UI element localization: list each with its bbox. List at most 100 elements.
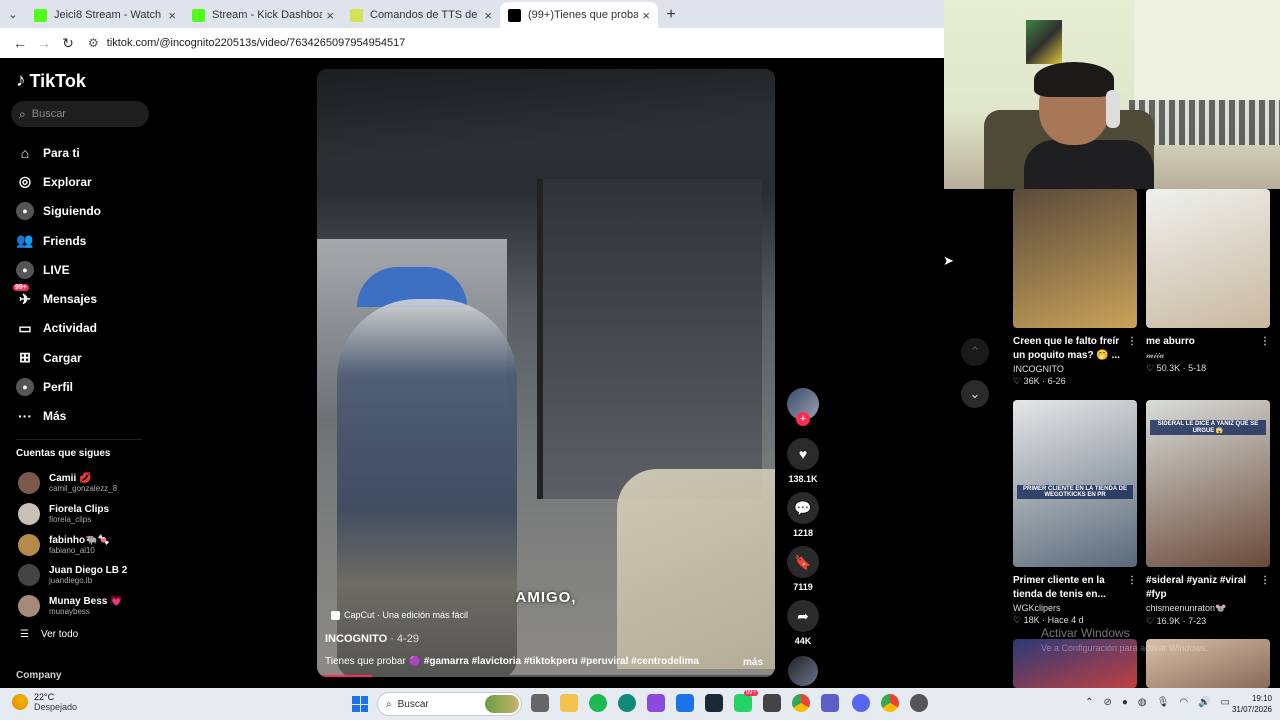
browser-tab[interactable]: Jeici8 Stream - Watch Live on K × xyxy=(26,2,184,28)
comment-icon[interactable]: 💬 xyxy=(787,492,819,524)
weather-widget[interactable]: 22°C Despejado xyxy=(12,692,77,712)
card-title[interactable]: #sideral #yaniz #viral #fyp xyxy=(1146,575,1246,600)
recommended-video-card[interactable]: SIDERAL LE DICE A YANIZ QUE SE URGUE 😱 #… xyxy=(1146,400,1270,627)
follow-plus-icon[interactable]: + xyxy=(796,412,810,426)
sidebar-item-cargar[interactable]: ⊞ Cargar xyxy=(16,343,101,372)
previous-video-button[interactable]: ⌃ xyxy=(961,338,989,366)
chrome-active-icon[interactable] xyxy=(881,694,899,712)
video-author-name[interactable]: INCOGNITO xyxy=(325,633,387,645)
recommended-video-card[interactable]: me aburro ⋮ 𝓂𝒾𝒾𝒶 ♡ 50.3K · 5-18 xyxy=(1146,189,1270,374)
card-author[interactable]: 𝓂𝒾𝒾𝒶 xyxy=(1146,350,1270,361)
sidebar-item-perfil[interactable]: ● Perfil xyxy=(16,372,101,401)
tab-search-chevron-icon[interactable]: ⌄ xyxy=(0,0,26,28)
tray-network-off-icon[interactable]: ⊘ xyxy=(1103,697,1111,708)
sidebar-item-explorar[interactable]: ◎ Explorar xyxy=(16,167,101,196)
capcut-link[interactable]: CapCut · Una edición más fácil xyxy=(331,610,468,620)
spotify-icon[interactable] xyxy=(589,694,607,712)
copilot-icon[interactable] xyxy=(647,694,665,712)
video-thumbnail[interactable]: SIDERAL LE DICE A YANIZ QUE SE URGUE 😱 xyxy=(1146,400,1270,567)
back-arrow-icon[interactable]: ← xyxy=(8,31,32,55)
author-avatar[interactable]: + xyxy=(787,388,819,426)
more-options-icon[interactable]: ⋮ xyxy=(1260,335,1270,349)
url-text[interactable]: tiktok.com/@incognito220513s/video/76342… xyxy=(107,37,406,49)
browser-tab[interactable]: Stream - Kick Dashboard × xyxy=(184,2,342,28)
taskbar-search[interactable]: ⌕ Buscar xyxy=(377,692,522,716)
windows-start-icon[interactable] xyxy=(352,696,368,712)
taskbar-clock[interactable]: 19:10 31/07/2026 xyxy=(1232,693,1272,715)
tray-mic-icon[interactable]: 🎙 xyxy=(1157,697,1170,708)
sidebar-item-para-ti[interactable]: ⌂ Para ti xyxy=(16,138,101,167)
sidebar-item-actividad[interactable]: ▭ Actividad xyxy=(16,314,101,343)
file-explorer-icon[interactable] xyxy=(560,694,578,712)
card-author[interactable]: INCOGNITO xyxy=(1013,364,1137,374)
share-icon[interactable]: ➦ xyxy=(787,600,819,632)
forward-arrow-icon[interactable]: → xyxy=(32,31,56,55)
sidebar-item-mensajes[interactable]: 99+ ✈ Mensajes xyxy=(13,284,101,313)
sidebar-item-más[interactable]: ··· Más xyxy=(16,402,101,431)
sidebar-item-live[interactable]: ● LIVE xyxy=(16,255,101,284)
card-title[interactable]: me aburro xyxy=(1146,336,1195,347)
more-options-icon[interactable]: ⋮ xyxy=(1260,574,1270,588)
teams-icon[interactable] xyxy=(821,694,839,712)
whatsapp-icon[interactable]: 99+ xyxy=(734,690,758,712)
more-options-icon[interactable]: ⋮ xyxy=(1127,574,1137,588)
bookmark-icon[interactable]: 🔖 xyxy=(787,546,819,578)
following-account[interactable]: Juan Diego LB 2 juandiego.lb xyxy=(16,560,127,591)
tiktok-logo[interactable]: ♪ TikTok xyxy=(16,70,86,92)
search-input[interactable] xyxy=(31,108,132,120)
tray-app-icon[interactable]: ● xyxy=(1122,697,1128,708)
reload-icon[interactable]: ↻ xyxy=(56,31,80,55)
like-action[interactable]: ♥ 138.1K xyxy=(787,438,819,484)
close-tab-icon[interactable]: × xyxy=(484,8,492,23)
recommended-video-card[interactable]: Creen que le falto freír un poquito mas?… xyxy=(1013,189,1137,387)
see-all-link[interactable]: ☰ Ver todo xyxy=(20,629,78,640)
tray-volume-icon[interactable]: 🔊 xyxy=(1198,697,1210,708)
more-options-icon[interactable]: ⋮ xyxy=(1127,335,1137,349)
sidebar-item-friends[interactable]: 👥 Friends xyxy=(16,226,101,255)
steam-icon[interactable] xyxy=(705,694,723,712)
tray-battery-icon[interactable]: ▭ xyxy=(1221,697,1230,708)
recommended-video-card[interactable]: PRIMER CLIENTE EN LA TIENDA DE WEGOTKICK… xyxy=(1013,400,1137,626)
tray-expand-icon[interactable]: ⌃ xyxy=(1085,697,1093,708)
obs-icon[interactable] xyxy=(910,694,928,712)
company-link[interactable]: Company xyxy=(16,670,62,681)
url-field[interactable]: ⚙ tiktok.com/@incognito220513s/video/763… xyxy=(88,36,405,50)
video-player[interactable]: AMIGO, CapCut · Una edición más fácil IN… xyxy=(317,69,775,677)
close-tab-icon[interactable]: × xyxy=(168,8,176,23)
edge-icon[interactable] xyxy=(618,694,636,712)
following-account[interactable]: Fiorela Clips fiorela_clips xyxy=(16,499,127,530)
music-disc-icon[interactable] xyxy=(788,656,818,686)
card-title[interactable]: Primer cliente en la tienda de tenis en.… xyxy=(1013,575,1106,600)
close-tab-icon[interactable]: × xyxy=(326,8,334,23)
video-author[interactable]: INCOGNITO · 4-29 xyxy=(325,633,419,645)
next-video-button[interactable]: ⌄ xyxy=(961,380,989,408)
tray-globe-icon[interactable]: ◍ xyxy=(1138,697,1147,708)
video-thumbnail[interactable] xyxy=(1013,189,1137,328)
sidebar-item-siguiendo[interactable]: ● Siguiendo xyxy=(16,197,101,226)
video-progress-bar[interactable] xyxy=(317,675,775,677)
heart-icon[interactable]: ♥ xyxy=(787,438,819,470)
video-thumbnail[interactable] xyxy=(1146,189,1270,328)
save-action[interactable]: 🔖 7119 xyxy=(787,546,819,592)
chrome-icon[interactable] xyxy=(792,694,810,712)
comment-action[interactable]: 💬 1218 xyxy=(787,492,819,538)
share-action[interactable]: ➦ 44K xyxy=(787,600,819,646)
browser-tab[interactable]: (99+)Tienes que probar: dónde × xyxy=(500,2,658,28)
new-tab-button[interactable]: + xyxy=(658,2,684,28)
following-account[interactable]: Camii 💋 camil_gonzalezz_8 xyxy=(16,468,127,499)
tray-wifi-icon[interactable]: ◠ xyxy=(1179,697,1188,708)
video-more-button[interactable]: más xyxy=(743,657,763,668)
site-info-icon[interactable]: ⚙ xyxy=(88,36,99,50)
video-hashtags[interactable]: #gamarra #lavictoria #tiktokperu #peruvi… xyxy=(424,656,699,667)
task-view-icon[interactable] xyxy=(531,694,549,712)
card-author[interactable]: WGKclipers xyxy=(1013,603,1137,613)
close-tab-icon[interactable]: × xyxy=(642,8,650,23)
browser-tab[interactable]: Comandos de TTS de KickBot × xyxy=(342,2,500,28)
following-account[interactable]: fabinho🐃🍬 fabiano_al10 xyxy=(16,529,127,560)
following-account[interactable]: Munay Bess 💗 munaybess xyxy=(16,591,127,622)
sidebar-search[interactable]: ⌕ xyxy=(11,101,149,127)
store-icon[interactable] xyxy=(763,694,781,712)
mail-icon[interactable] xyxy=(676,694,694,712)
card-author[interactable]: chismeenunraton🐭 xyxy=(1146,603,1270,614)
video-thumbnail[interactable]: PRIMER CLIENTE EN LA TIENDA DE WEGOTKICK… xyxy=(1013,400,1137,567)
